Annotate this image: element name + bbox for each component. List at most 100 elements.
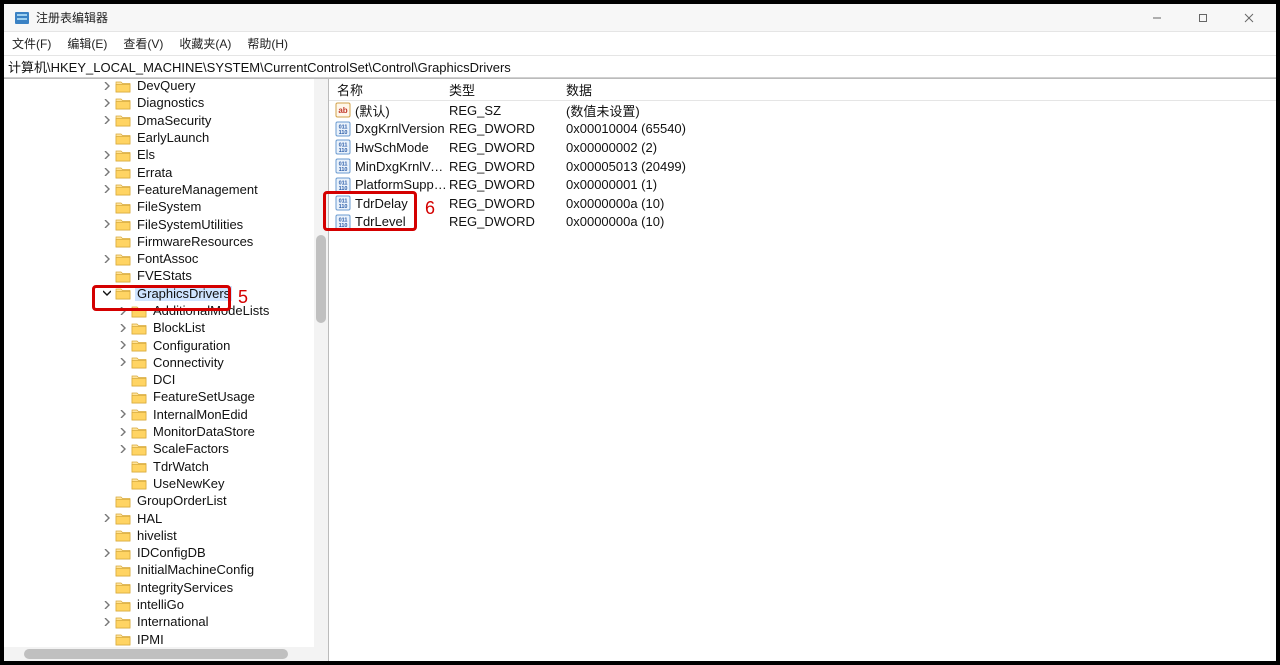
- chevron-right-icon[interactable]: [100, 217, 114, 231]
- chevron-right-icon[interactable]: [116, 407, 130, 421]
- folder-icon: [131, 407, 147, 421]
- tree-item-idconfigdb[interactable]: IDConfigDB: [4, 544, 314, 561]
- chevron-right-icon[interactable]: [100, 96, 114, 110]
- tree-item-featuremanagement[interactable]: FeatureManagement: [4, 181, 314, 198]
- chevron-right-icon[interactable]: [100, 79, 114, 93]
- column-header-name[interactable]: 名称: [329, 80, 449, 99]
- chevron-right-icon[interactable]: [100, 615, 114, 629]
- chevron-down-icon[interactable]: [100, 286, 114, 300]
- tree-item-integrityservices[interactable]: IntegrityServices: [4, 579, 314, 596]
- tree-horizontal-scrollbar[interactable]: [4, 647, 328, 661]
- maximize-button[interactable]: [1180, 4, 1226, 32]
- value-row[interactable]: TdrLevelREG_DWORD0x0000000a (10): [329, 213, 1276, 232]
- folder-icon: [115, 286, 131, 300]
- chevron-right-icon[interactable]: [116, 355, 130, 369]
- value-row[interactable]: MinDxgKrnlVer...REG_DWORD0x00005013 (204…: [329, 157, 1276, 176]
- chevron-right-icon[interactable]: [100, 148, 114, 162]
- chevron-right-icon[interactable]: [100, 113, 114, 127]
- tree-item-label: Errata: [135, 165, 174, 180]
- minimize-button[interactable]: [1134, 4, 1180, 32]
- tree-item-international[interactable]: International: [4, 613, 314, 630]
- tree-item-devquery[interactable]: DevQuery: [4, 79, 314, 94]
- chevron-right-icon[interactable]: [116, 442, 130, 456]
- tree-item-featuresetusage[interactable]: FeatureSetUsage: [4, 388, 314, 405]
- tree-item-monitordatastore[interactable]: MonitorDataStore: [4, 423, 314, 440]
- close-button[interactable]: [1226, 4, 1272, 32]
- folder-icon: [115, 528, 131, 542]
- tree-item-label: GroupOrderList: [135, 493, 229, 508]
- tree-item-diagnostics[interactable]: Diagnostics: [4, 94, 314, 111]
- tree-item-graphicsdrivers[interactable]: GraphicsDrivers: [4, 285, 314, 302]
- address-bar[interactable]: 计算机\HKEY_LOCAL_MACHINE\SYSTEM\CurrentCon…: [4, 56, 1276, 78]
- menu-file[interactable]: 文件(F): [12, 35, 51, 52]
- tree-item-filesystem[interactable]: FileSystem: [4, 198, 314, 215]
- tree-item-internalmonedid[interactable]: InternalMonEdid: [4, 406, 314, 423]
- tree-item-label: International: [135, 614, 211, 629]
- tree-item-earlylaunch[interactable]: EarlyLaunch: [4, 129, 314, 146]
- tree-item-scalefactors[interactable]: ScaleFactors: [4, 440, 314, 457]
- tree-item-els[interactable]: Els: [4, 146, 314, 163]
- tree-vertical-scrollbar[interactable]: [314, 79, 328, 647]
- value-type: REG_DWORD: [449, 121, 566, 136]
- menu-edit[interactable]: 编辑(E): [67, 35, 107, 52]
- value-row[interactable]: TdrDelayREG_DWORD0x0000000a (10): [329, 194, 1276, 213]
- value-row[interactable]: PlatformSuppo...REG_DWORD0x00000001 (1): [329, 175, 1276, 194]
- tree-item-firmwareresources[interactable]: FirmwareResources: [4, 233, 314, 250]
- value-data: 0x00000001 (1): [566, 177, 1276, 192]
- tree-item-label: HAL: [135, 511, 164, 526]
- folder-icon: [131, 459, 147, 473]
- tree-item-filesystemutilities[interactable]: FileSystemUtilities: [4, 215, 314, 232]
- menu-view[interactable]: 查看(V): [123, 35, 163, 52]
- tree-item-grouporderlist[interactable]: GroupOrderList: [4, 492, 314, 509]
- tree-item-usenewkey[interactable]: UseNewKey: [4, 475, 314, 492]
- chevron-right-icon[interactable]: [100, 598, 114, 612]
- value-data: 0x00000002 (2): [566, 140, 1276, 155]
- folder-icon: [115, 131, 131, 145]
- tree-item-configuration[interactable]: Configuration: [4, 336, 314, 353]
- chevron-right-icon[interactable]: [100, 182, 114, 196]
- tree-item-label: IDConfigDB: [135, 545, 208, 560]
- tree-item-fontassoc[interactable]: FontAssoc: [4, 250, 314, 267]
- tree-item-additionalmodelists[interactable]: AdditionalModeLists: [4, 302, 314, 319]
- tree-item-hal[interactable]: HAL: [4, 509, 314, 526]
- value-row[interactable]: HwSchModeREG_DWORD0x00000002 (2): [329, 138, 1276, 157]
- column-header-type[interactable]: 类型: [449, 80, 566, 99]
- tree-item-connectivity[interactable]: Connectivity: [4, 354, 314, 371]
- chevron-right-icon[interactable]: [100, 511, 114, 525]
- tree-item-dci[interactable]: DCI: [4, 371, 314, 388]
- tree-item-errata[interactable]: Errata: [4, 163, 314, 180]
- menu-help[interactable]: 帮助(H): [247, 35, 288, 52]
- value-type: REG_DWORD: [449, 177, 566, 192]
- tree-item-label: MonitorDataStore: [151, 424, 257, 439]
- tree-item-blocklist[interactable]: BlockList: [4, 319, 314, 336]
- value-row[interactable]: (默认)REG_SZ(数值未设置): [329, 101, 1276, 120]
- tree-list[interactable]: DevQueryDiagnosticsDmaSecurityEarlyLaunc…: [4, 79, 314, 647]
- chevron-right-icon[interactable]: [116, 304, 130, 318]
- value-type: REG_DWORD: [449, 196, 566, 211]
- reg-dword-icon: [335, 121, 351, 137]
- folder-icon: [115, 113, 131, 127]
- chevron-right-icon[interactable]: [100, 252, 114, 266]
- folder-icon: [131, 338, 147, 352]
- tree-item-ipmi[interactable]: IPMI: [4, 631, 314, 648]
- column-header-data[interactable]: 数据: [566, 80, 1276, 99]
- chevron-right-icon[interactable]: [100, 546, 114, 560]
- tree-item-label: Connectivity: [151, 355, 226, 370]
- tree-item-fvestats[interactable]: FVEStats: [4, 267, 314, 284]
- chevron-right-icon[interactable]: [116, 425, 130, 439]
- chevron-right-icon[interactable]: [116, 321, 130, 335]
- chevron-right-icon[interactable]: [100, 165, 114, 179]
- reg-dword-icon: [335, 177, 351, 193]
- tree-item-dmasecurity[interactable]: DmaSecurity: [4, 112, 314, 129]
- tree-item-intelligo[interactable]: intelliGo: [4, 596, 314, 613]
- titlebar: 注册表编辑器: [4, 4, 1276, 32]
- value-row[interactable]: DxgKrnlVersionREG_DWORD0x00010004 (65540…: [329, 120, 1276, 139]
- menu-favorites[interactable]: 收藏夹(A): [179, 35, 231, 52]
- value-type: REG_SZ: [449, 103, 566, 118]
- tree-item-initialmachineconfig[interactable]: InitialMachineConfig: [4, 561, 314, 578]
- tree-item-tdrwatch[interactable]: TdrWatch: [4, 458, 314, 475]
- values-list[interactable]: 6 (默认)REG_SZ(数值未设置)DxgKrnlVersionREG_DWO…: [329, 101, 1276, 661]
- tree-item-hivelist[interactable]: hivelist: [4, 527, 314, 544]
- folder-icon: [115, 511, 131, 525]
- chevron-right-icon[interactable]: [116, 338, 130, 352]
